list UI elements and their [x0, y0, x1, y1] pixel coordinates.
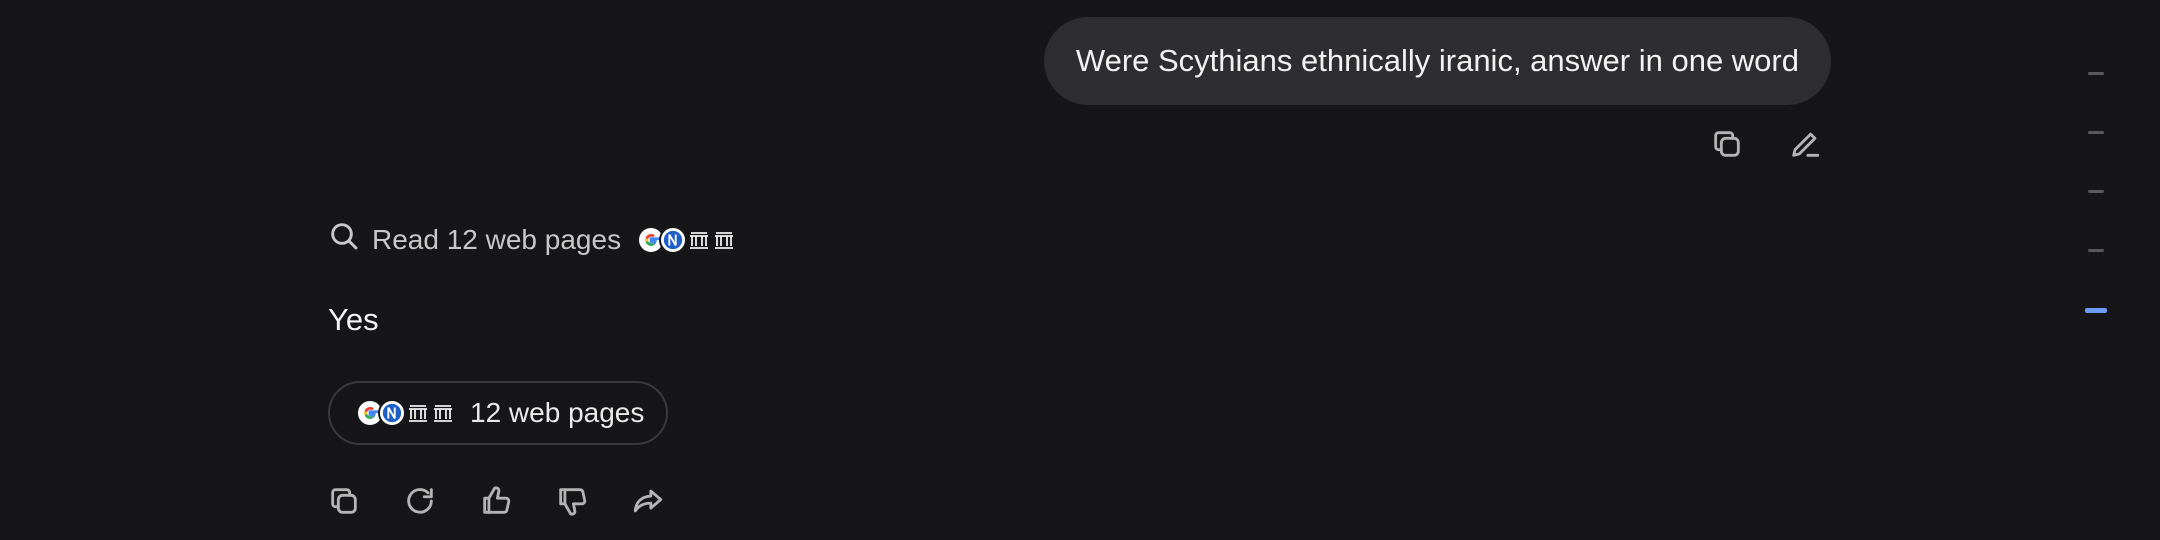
institution-favicon-icon: [711, 226, 737, 254]
thumbs-up-icon: [483, 486, 511, 514]
scroll-marker-active[interactable]: [2085, 308, 2107, 313]
institution-favicon-icon: [430, 399, 456, 427]
assistant-answer-text: Yes: [328, 302, 379, 337]
user-message-text: Were Scythians ethnically iranic, answer…: [1075, 43, 1799, 78]
refresh-icon: [407, 488, 433, 514]
copy-message-button[interactable]: [1709, 126, 1745, 162]
search-status-text: Read 12 web pages: [372, 223, 622, 255]
thumbs-down-icon: [559, 488, 587, 516]
regenerate-button[interactable]: [402, 483, 438, 519]
scroll-marker[interactable]: [2088, 72, 2104, 75]
edit-pencil-icon: [1792, 132, 1820, 157]
copy-icon: [1714, 131, 1740, 157]
assistant-message-actions: [326, 483, 666, 519]
search-icon: [328, 220, 360, 259]
chat-page: Were Scythians ethnically iranic, answer…: [0, 0, 2160, 540]
share-icon: [633, 489, 663, 513]
edit-message-button[interactable]: [1787, 126, 1823, 162]
scroll-marker[interactable]: [2088, 190, 2104, 193]
scroll-marker[interactable]: [2088, 249, 2104, 252]
sources-label: 12 web pages: [470, 397, 645, 428]
dislike-button[interactable]: [554, 483, 590, 519]
copy-answer-button[interactable]: [326, 483, 362, 519]
institution-favicon-icon: [686, 226, 712, 254]
user-message-bubble: Were Scythians ethnically iranic, answer…: [1043, 17, 1831, 105]
sources-button[interactable]: 12 web pages: [328, 381, 669, 445]
source-favicons: [356, 399, 456, 427]
blue-site-favicon-icon: [659, 225, 688, 254]
copy-icon: [331, 488, 357, 514]
scroll-marker[interactable]: [2088, 131, 2104, 134]
institution-favicon-icon: [405, 399, 431, 427]
share-button[interactable]: [630, 483, 666, 519]
source-favicons: [637, 225, 737, 254]
conversation-scroll-markers: [2085, 72, 2107, 313]
blue-site-favicon-icon: [378, 399, 406, 427]
user-message-actions: [1709, 126, 1823, 162]
search-status-row[interactable]: Read 12 web pages: [328, 220, 737, 259]
like-button[interactable]: [478, 483, 514, 519]
